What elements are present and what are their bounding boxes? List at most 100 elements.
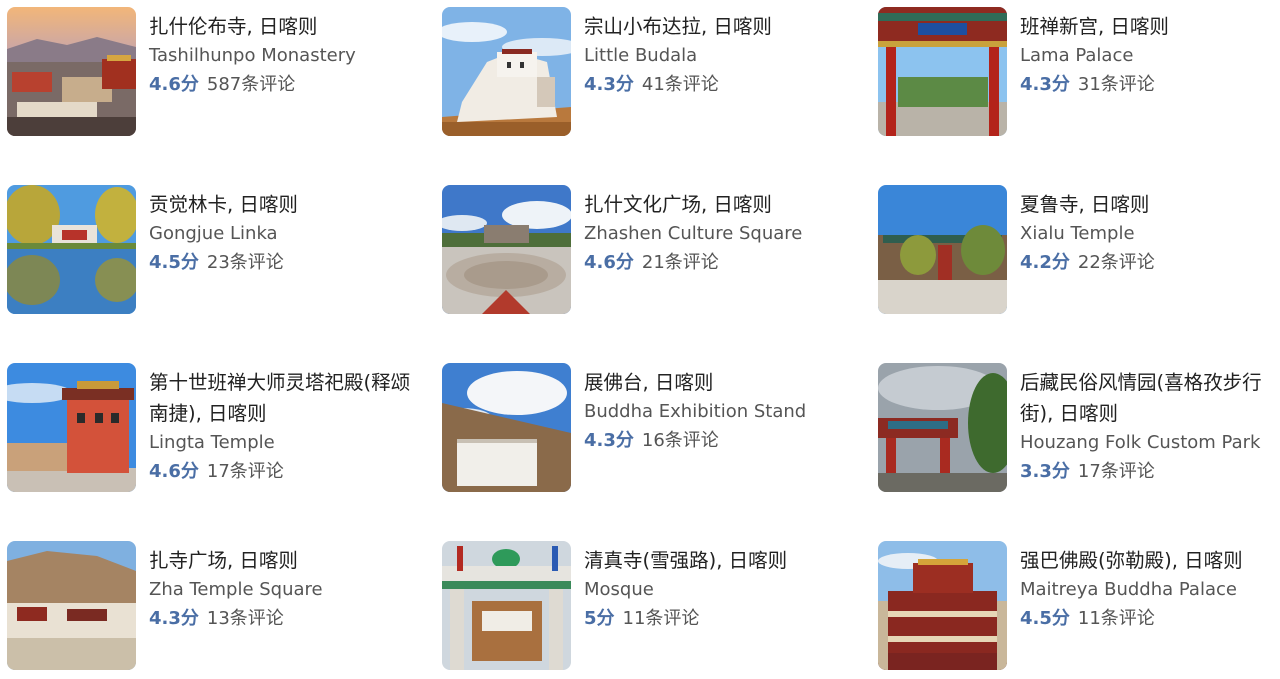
- attraction-subtitle: Gongjue Linka: [149, 223, 278, 244]
- gongjue-linka-photo[interactable]: [7, 185, 136, 314]
- attraction-card[interactable]: 第十世班禅大师灵塔祀殿(释颂南捷), 日喀则 Lingta Temple 4.6…: [7, 363, 427, 495]
- rating-score: 4.6分: [584, 252, 634, 273]
- attraction-rating: 4.6分 21条评论: [584, 248, 854, 278]
- little-budala-photo[interactable]: [442, 7, 571, 136]
- attraction-rating: 4.5分 23条评论: [149, 248, 419, 278]
- rating-score: 4.3分: [584, 430, 634, 451]
- attraction-subtitle: Lama Palace: [1020, 45, 1134, 66]
- attraction-rating: 4.3分 13条评论: [149, 604, 419, 634]
- attraction-title[interactable]: 贡觉林卡, 日喀则: [149, 189, 419, 220]
- attraction-info: 扎寺广场, 日喀则 Zha Temple Square 4.3分 13条评论: [149, 545, 419, 634]
- review-count[interactable]: 41条评论: [642, 74, 719, 95]
- attraction-rating: 5分 11条评论: [584, 604, 854, 634]
- attraction-subtitle: Little Budala: [584, 45, 698, 66]
- tashilhunpo-photo-image: [7, 7, 136, 136]
- rating-score: 4.6分: [149, 74, 199, 95]
- mosque-photo[interactable]: [442, 541, 571, 670]
- attraction-subtitle: Xialu Temple: [1020, 223, 1135, 244]
- buddha-stand-photo[interactable]: [442, 363, 571, 492]
- attraction-card[interactable]: 扎什文化广场, 日喀则 Zhashen Culture Square 4.6分 2…: [442, 185, 862, 317]
- attraction-info: 扎什文化广场, 日喀则 Zhashen Culture Square 4.6分 2…: [584, 189, 854, 278]
- attraction-grid: 扎什伦布寺, 日喀则 Tashilhunpo Monastery 4.6分 587…: [0, 0, 1280, 679]
- lama-palace-photo-image: [878, 7, 1007, 136]
- rating-score: 4.5分: [149, 252, 199, 273]
- little-budala-photo-image: [442, 7, 571, 136]
- buddha-stand-photo-image: [442, 363, 571, 492]
- attraction-info: 班禅新宫, 日喀则 Lama Palace 4.3分 31条评论: [1020, 11, 1280, 100]
- review-count[interactable]: 11条评论: [1078, 608, 1155, 629]
- attraction-card[interactable]: 后藏民俗风情园(喜格孜步行街), 日喀则 Houzang Folk Custom…: [878, 363, 1280, 495]
- maitreya-palace-photo-image: [878, 541, 1007, 670]
- review-count[interactable]: 13条评论: [207, 608, 284, 629]
- review-count[interactable]: 31条评论: [1078, 74, 1155, 95]
- review-count[interactable]: 587条评论: [207, 74, 295, 95]
- attraction-card[interactable]: 班禅新宫, 日喀则 Lama Palace 4.3分 31条评论: [878, 7, 1280, 139]
- attraction-card[interactable]: 扎什伦布寺, 日喀则 Tashilhunpo Monastery 4.6分 587…: [7, 7, 427, 139]
- attraction-info: 清真寺(雪强路), 日喀则 Mosque 5分 11条评论: [584, 545, 854, 634]
- folk-park-photo-image: [878, 363, 1007, 492]
- zha-square-photo-image: [7, 541, 136, 670]
- attraction-rating: 4.6分 17条评论: [149, 457, 419, 487]
- attraction-card[interactable]: 宗山小布达拉, 日喀则 Little Budala 4.3分 41条评论: [442, 7, 862, 139]
- attraction-rating: 4.2分 22条评论: [1020, 248, 1280, 278]
- attraction-info: 扎什伦布寺, 日喀则 Tashilhunpo Monastery 4.6分 587…: [149, 11, 419, 100]
- attraction-title[interactable]: 扎寺广场, 日喀则: [149, 545, 419, 576]
- attraction-title[interactable]: 第十世班禅大师灵塔祀殿(释颂南捷), 日喀则: [149, 367, 419, 429]
- rating-score: 4.6分: [149, 461, 199, 482]
- mosque-photo-image: [442, 541, 571, 670]
- culture-square-photo-image: [442, 185, 571, 314]
- review-count[interactable]: 11条评论: [623, 608, 700, 629]
- xialu-temple-photo[interactable]: [878, 185, 1007, 314]
- attraction-rating: 4.3分 31条评论: [1020, 70, 1280, 100]
- lingta-temple-photo[interactable]: [7, 363, 136, 492]
- gongjue-linka-photo-image: [7, 185, 136, 314]
- culture-square-photo[interactable]: [442, 185, 571, 314]
- attraction-rating: 4.3分 41条评论: [584, 70, 854, 100]
- attraction-title[interactable]: 扎什文化广场, 日喀则: [584, 189, 854, 220]
- attraction-card[interactable]: 贡觉林卡, 日喀则 Gongjue Linka 4.5分 23条评论: [7, 185, 427, 317]
- attraction-title[interactable]: 清真寺(雪强路), 日喀则: [584, 545, 854, 576]
- attraction-info: 后藏民俗风情园(喜格孜步行街), 日喀则 Houzang Folk Custom…: [1020, 367, 1280, 487]
- lingta-temple-photo-image: [7, 363, 136, 492]
- review-count[interactable]: 17条评论: [1078, 461, 1155, 482]
- attraction-card[interactable]: 扎寺广场, 日喀则 Zha Temple Square 4.3分 13条评论: [7, 541, 427, 673]
- review-count[interactable]: 22条评论: [1078, 252, 1155, 273]
- review-count[interactable]: 21条评论: [642, 252, 719, 273]
- attraction-card[interactable]: 清真寺(雪强路), 日喀则 Mosque 5分 11条评论: [442, 541, 862, 673]
- attraction-subtitle: Houzang Folk Custom Park: [1020, 432, 1261, 453]
- attraction-info: 宗山小布达拉, 日喀则 Little Budala 4.3分 41条评论: [584, 11, 854, 100]
- attraction-subtitle: Mosque: [584, 579, 654, 600]
- attraction-subtitle: Tashilhunpo Monastery: [149, 45, 356, 66]
- maitreya-palace-photo[interactable]: [878, 541, 1007, 670]
- attraction-title[interactable]: 后藏民俗风情园(喜格孜步行街), 日喀则: [1020, 367, 1280, 429]
- rating-score: 5分: [584, 608, 615, 629]
- review-count[interactable]: 17条评论: [207, 461, 284, 482]
- rating-score: 4.3分: [584, 74, 634, 95]
- attraction-info: 展佛台, 日喀则 Buddha Exhibition Stand 4.3分 16条…: [584, 367, 854, 456]
- attraction-title[interactable]: 展佛台, 日喀则: [584, 367, 854, 398]
- attraction-title[interactable]: 宗山小布达拉, 日喀则: [584, 11, 854, 42]
- attraction-card[interactable]: 夏鲁寺, 日喀则 Xialu Temple 4.2分 22条评论: [878, 185, 1280, 317]
- attraction-title[interactable]: 班禅新宫, 日喀则: [1020, 11, 1280, 42]
- attraction-subtitle: Buddha Exhibition Stand: [584, 401, 807, 422]
- rating-score: 4.2分: [1020, 252, 1070, 273]
- attraction-card[interactable]: 强巴佛殿(弥勒殿), 日喀则 Maitreya Buddha Palace 4.…: [878, 541, 1280, 673]
- attraction-rating: 3.3分 17条评论: [1020, 457, 1280, 487]
- attraction-card[interactable]: 展佛台, 日喀则 Buddha Exhibition Stand 4.3分 16条…: [442, 363, 862, 495]
- attraction-title[interactable]: 强巴佛殿(弥勒殿), 日喀则: [1020, 545, 1280, 576]
- folk-park-photo[interactable]: [878, 363, 1007, 492]
- review-count[interactable]: 16条评论: [642, 430, 719, 451]
- rating-score: 4.3分: [1020, 74, 1070, 95]
- review-count[interactable]: 23条评论: [207, 252, 284, 273]
- xialu-temple-photo-image: [878, 185, 1007, 314]
- tashilhunpo-photo[interactable]: [7, 7, 136, 136]
- attraction-rating: 4.3分 16条评论: [584, 426, 854, 456]
- attraction-rating: 4.6分 587条评论: [149, 70, 419, 100]
- attraction-info: 第十世班禅大师灵塔祀殿(释颂南捷), 日喀则 Lingta Temple 4.6…: [149, 367, 419, 487]
- zha-square-photo[interactable]: [7, 541, 136, 670]
- attraction-title[interactable]: 夏鲁寺, 日喀则: [1020, 189, 1280, 220]
- attraction-title[interactable]: 扎什伦布寺, 日喀则: [149, 11, 419, 42]
- attraction-rating: 4.5分 11条评论: [1020, 604, 1280, 634]
- lama-palace-photo[interactable]: [878, 7, 1007, 136]
- attraction-info: 贡觉林卡, 日喀则 Gongjue Linka 4.5分 23条评论: [149, 189, 419, 278]
